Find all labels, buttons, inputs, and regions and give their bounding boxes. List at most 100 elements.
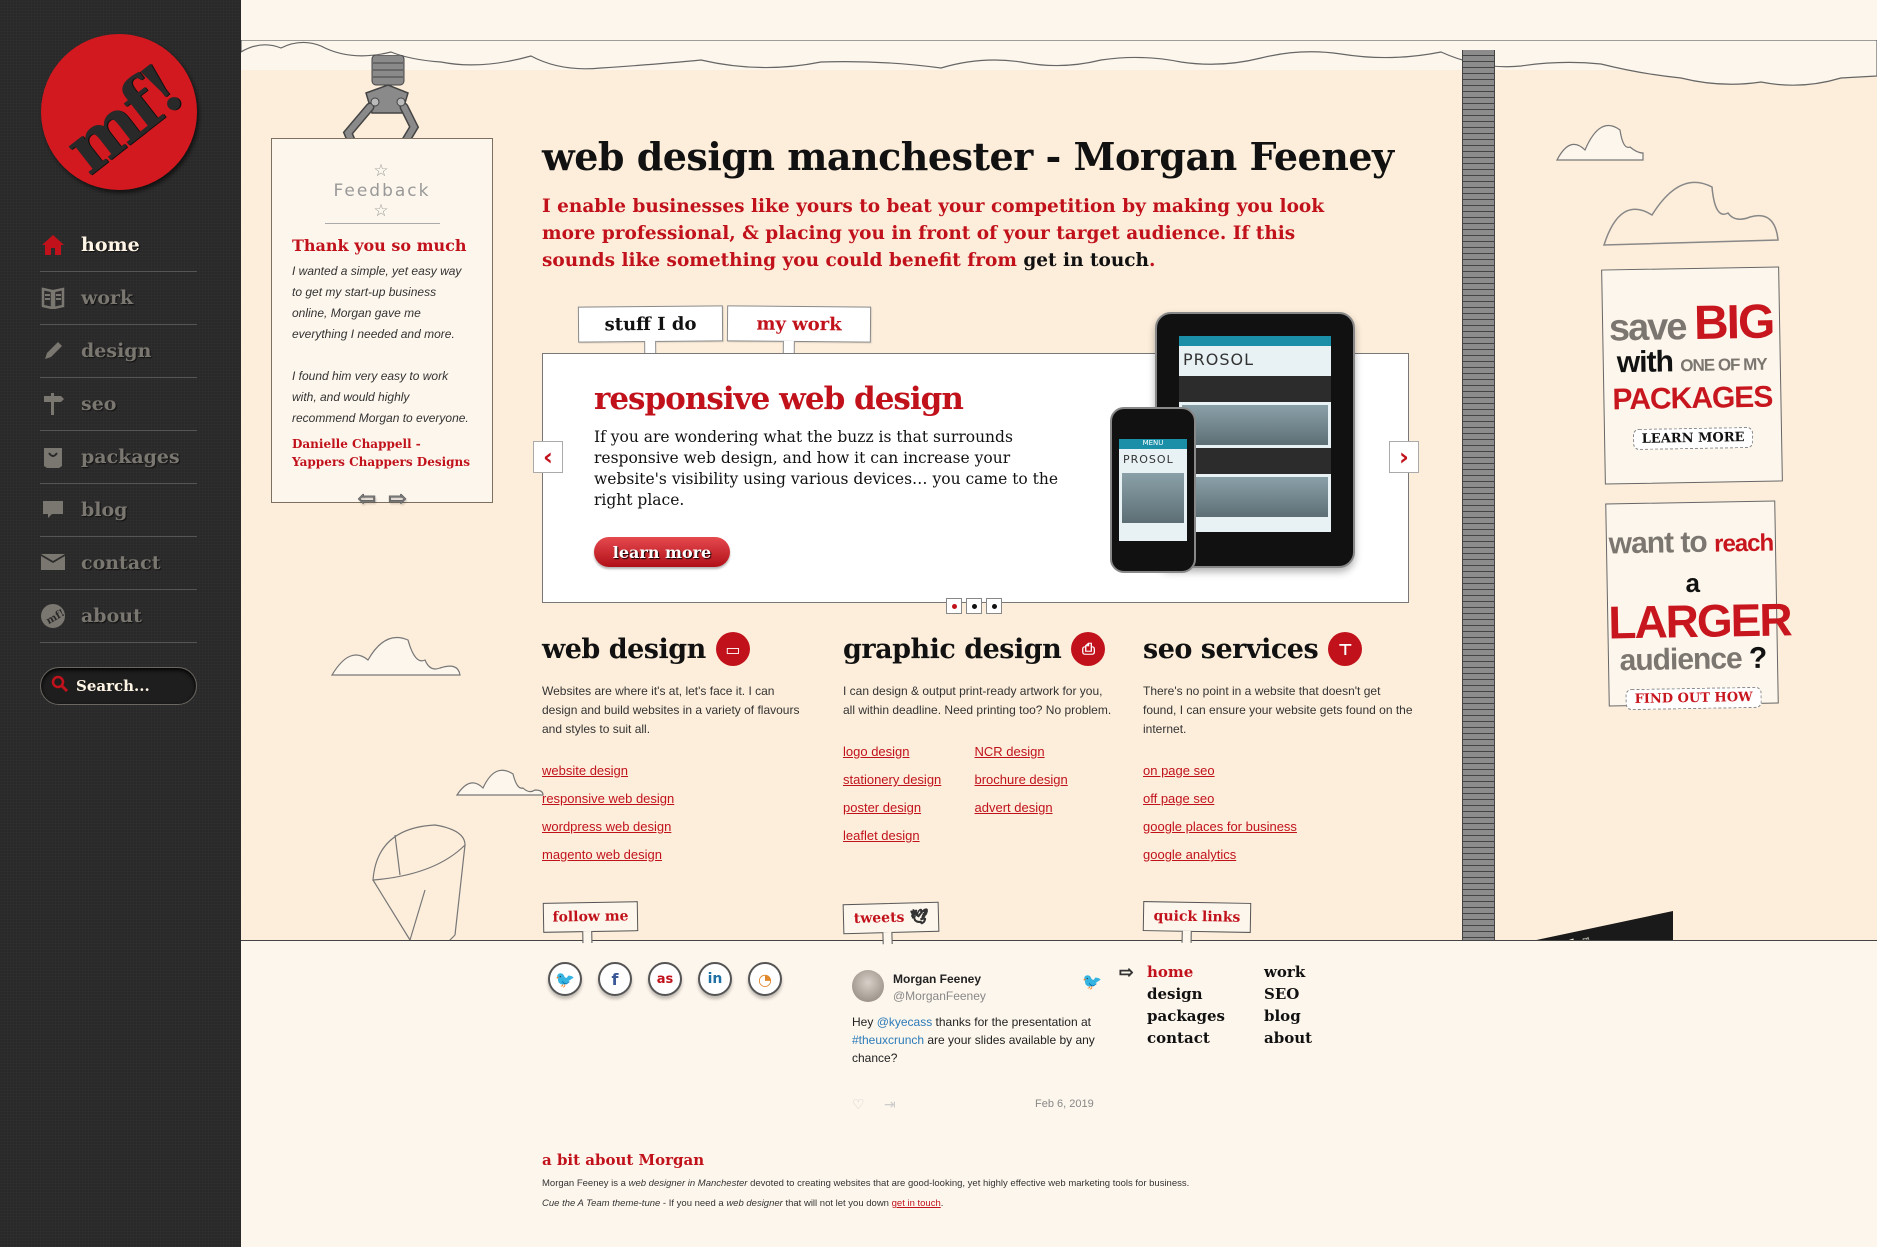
slider-dot[interactable] xyxy=(966,598,982,614)
book-icon xyxy=(40,285,66,311)
lastfm-icon[interactable]: as xyxy=(648,962,682,996)
ad-word: reach xyxy=(1713,529,1774,558)
arrow-right-icon[interactable]: ⇨ xyxy=(387,487,406,513)
get-in-touch-link[interactable]: get in touch xyxy=(1023,250,1149,271)
cloud-sketch xyxy=(1556,125,1644,161)
nav-label: about xyxy=(81,605,142,627)
service-link[interactable]: wordpress web design xyxy=(542,819,671,834)
tweet-text: Hey @kyecass thanks for the presentation… xyxy=(852,1013,1102,1067)
slide-text: If you are wondering what the buzz is th… xyxy=(594,428,1059,509)
quick-link-about[interactable]: about xyxy=(1264,1027,1344,1049)
tab-stuff-i-do[interactable]: stuff I do xyxy=(577,305,724,343)
logo[interactable]: mf! xyxy=(41,34,197,190)
follow-me-sign: follow me xyxy=(542,901,639,933)
slider-next-button[interactable]: › xyxy=(1389,441,1419,473)
learn-more-button[interactable]: learn more xyxy=(594,537,730,567)
about-get-in-touch-link[interactable]: get in touch xyxy=(892,1198,941,1209)
learn-more-ad-button[interactable]: LEARN MORE xyxy=(1632,426,1754,451)
linkedin-icon[interactable]: in xyxy=(698,962,732,996)
service-link[interactable]: NCR design xyxy=(975,744,1045,759)
rss-icon[interactable]: ◔ xyxy=(748,962,782,996)
slider-pagination xyxy=(946,598,1002,614)
service-link[interactable]: brochure design xyxy=(975,772,1068,787)
service-link[interactable]: on page seo xyxy=(1143,763,1215,778)
service-link[interactable]: advert design xyxy=(975,800,1053,815)
arrow-left-icon[interactable]: ⇦ xyxy=(357,487,376,513)
tab-my-work[interactable]: my work xyxy=(726,305,872,343)
tweet-hashtag-link[interactable]: #theuxcrunch xyxy=(852,1033,924,1047)
heart-icon[interactable]: ♡ xyxy=(852,1096,865,1112)
search-input[interactable] xyxy=(76,677,186,695)
nav-label: home xyxy=(81,234,140,256)
quick-link-blog[interactable]: blog xyxy=(1264,1005,1344,1027)
cloud-edge xyxy=(241,40,1877,86)
nav-item-about[interactable]: mf! about xyxy=(40,590,197,643)
about-text: Morgan Feeney is a xyxy=(542,1178,629,1189)
nav-item-home[interactable]: home xyxy=(40,219,197,272)
nav-item-work[interactable]: work xyxy=(40,272,197,325)
service-link[interactable]: logo design xyxy=(843,744,910,759)
service-link[interactable]: stationery design xyxy=(843,772,941,787)
service-title: graphic design ⎙ xyxy=(843,632,1113,666)
pencil-icon xyxy=(40,338,66,364)
nav-label: design xyxy=(81,340,152,362)
share-icon[interactable]: ⇥ xyxy=(884,1096,896,1112)
quick-link-design[interactable]: design xyxy=(1147,983,1264,1005)
quick-link-home[interactable]: home xyxy=(1147,961,1264,983)
nav-label: packages xyxy=(81,446,180,468)
service-link[interactable]: website design xyxy=(542,763,628,778)
home-icon xyxy=(40,232,66,258)
packages-ad[interactable]: save BIG with ONE OF MY PACKAGES LEARN M… xyxy=(1601,266,1783,485)
sidebar: mf! home work design seo packages blog c… xyxy=(0,0,241,1247)
twitter-icon[interactable]: 🐦 xyxy=(548,962,582,996)
slider-dot[interactable] xyxy=(946,598,962,614)
quick-link-packages[interactable]: packages xyxy=(1147,1005,1264,1027)
speech-bubble-icon xyxy=(40,497,66,523)
service-title: seo services ⊤ xyxy=(1143,632,1413,666)
service-link[interactable]: magento web design xyxy=(542,847,662,862)
nav-label: work xyxy=(81,287,134,309)
about-text: devoted to creating websites that are go… xyxy=(747,1178,1190,1189)
facebook-icon[interactable]: f xyxy=(598,962,632,996)
service-link[interactable]: leaflet design xyxy=(843,828,920,843)
ad-word: BIG xyxy=(1693,295,1774,350)
claw-illustration xyxy=(342,55,420,150)
nav-item-blog[interactable]: blog xyxy=(40,484,197,537)
cloud-sketch xyxy=(330,636,461,676)
nav-item-seo[interactable]: seo xyxy=(40,378,197,431)
quick-link-work[interactable]: work xyxy=(1264,961,1344,983)
search-box[interactable] xyxy=(40,667,197,705)
slider-prev-button[interactable]: ‹ xyxy=(533,441,563,473)
ad-word: ? xyxy=(1748,641,1767,676)
quick-link-contact[interactable]: contact xyxy=(1147,1027,1264,1049)
quick-link-seo[interactable]: SEO xyxy=(1264,983,1344,1005)
nav-item-contact[interactable]: contact xyxy=(40,537,197,590)
service-link[interactable]: poster design xyxy=(843,800,921,815)
service-title-text: web design xyxy=(542,633,706,665)
feedback-paragraph: I found him very easy to work with, and … xyxy=(292,369,469,425)
ad-word: LARGER xyxy=(1607,593,1791,649)
tweet-date[interactable]: Feb 6, 2019 xyxy=(1035,1098,1094,1110)
service-title-text: graphic design xyxy=(843,633,1062,665)
nav-item-packages[interactable]: packages xyxy=(40,431,197,484)
nav-item-design[interactable]: design xyxy=(40,325,197,378)
service-link[interactable]: responsive web design xyxy=(542,791,674,806)
service-link[interactable]: off page seo xyxy=(1143,791,1214,806)
tweet-author[interactable]: Morgan Feeney xyxy=(893,972,981,986)
twitter-logo-icon[interactable]: 🐦 xyxy=(1082,972,1102,992)
service-link[interactable]: google places for business xyxy=(1143,819,1297,834)
about-line-2: Cue the A Team theme-tune - If you need … xyxy=(542,1198,1342,1209)
tweets-sign: tweets 🕊 xyxy=(842,901,940,935)
cloud-sketch xyxy=(1602,181,1779,246)
monitor-icon: ▭ xyxy=(715,632,750,666)
reach-ad[interactable]: want to reach a LARGER audience ? FIND O… xyxy=(1605,500,1791,711)
service-link[interactable]: google analytics xyxy=(1143,847,1236,862)
avatar[interactable] xyxy=(852,970,884,1002)
tweet-handle[interactable]: @MorganFeeney xyxy=(893,989,986,1003)
slider-dot[interactable] xyxy=(986,598,1002,614)
device-brand: PROSOL xyxy=(1183,350,1255,369)
ad-word: a xyxy=(1685,567,1699,599)
find-out-how-button[interactable]: FIND OUT HOW xyxy=(1625,686,1762,711)
about-emphasis: web designer in Manchester xyxy=(628,1178,748,1189)
tweet-mention-link[interactable]: @kyecass xyxy=(877,1015,933,1029)
